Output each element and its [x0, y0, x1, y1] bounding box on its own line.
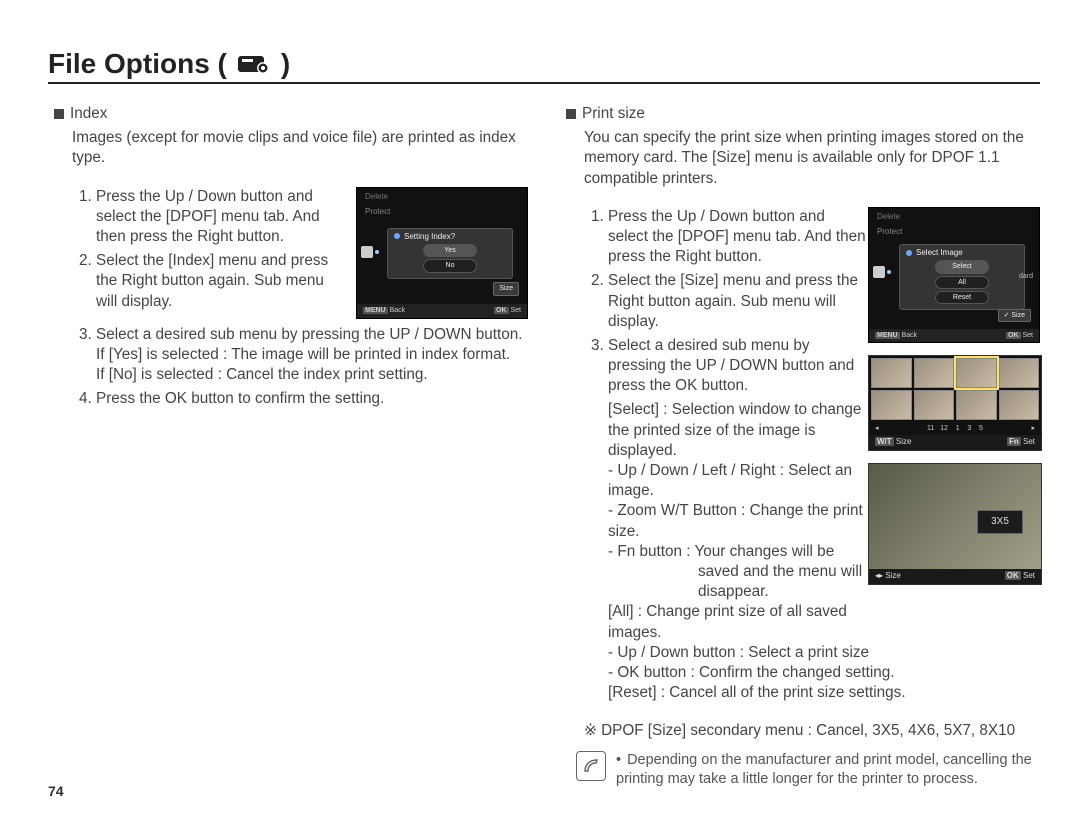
size-tag: Size: [493, 282, 519, 295]
popup-title: Setting Index?: [394, 232, 506, 243]
nav-dot-icon: [375, 250, 379, 254]
file-options-icon: [237, 53, 271, 75]
screenshot-menu-delete: Delete: [357, 188, 527, 207]
secondary-menu-note: ※ DPOF [Size] secondary menu : Cancel, 3…: [584, 721, 1040, 741]
index-heading: Index: [54, 104, 528, 124]
option-reset: Reset: [935, 291, 989, 304]
index-intro: Images (except for movie clips and voice…: [72, 128, 528, 168]
screenshot-menu-protect: Protect: [357, 206, 527, 219]
option-all: All: [935, 276, 989, 289]
size-menu-screenshot: Delete Protect Select Image Select All R…: [868, 207, 1040, 343]
page-number: 74: [48, 783, 64, 799]
index-step-3: Select a desired sub menu by pressing th…: [96, 325, 528, 386]
right-column: Print size You can specify the print siz…: [560, 104, 1040, 789]
play-mode-icon: [361, 246, 373, 258]
option-select: Select: [935, 260, 989, 273]
photo-footer: ◂▸ Size OK Set: [869, 569, 1041, 584]
side-text: dard: [1019, 272, 1033, 281]
single-image-size-screenshot: 3X5 ◂▸ Size OK Set: [868, 463, 1042, 585]
thumbnail-grid-screenshot: ◂11 12 1 3 5▸ W/T Size Fn Set: [868, 355, 1042, 451]
index-screenshot: Delete Protect Setting Index? Yes No Siz…: [356, 187, 528, 319]
popup-title: Select Image: [906, 248, 1018, 259]
thumbnail-footer: W/T Size Fn Set: [869, 435, 1041, 450]
title-close: ): [281, 48, 290, 80]
printsize-heading: Print size: [566, 104, 1040, 124]
note-text: Depending on the manufacturer and print …: [616, 751, 1040, 789]
screenshot-menu-delete: Delete: [869, 208, 1039, 227]
option-yes: Yes: [423, 244, 477, 257]
page-title: File Options ( ): [48, 48, 1040, 84]
title-text: File Options (: [48, 48, 227, 80]
size-tag-checked: ✓ Size: [998, 309, 1031, 322]
print-size-value: 3X5: [977, 510, 1023, 534]
left-column: Index Images (except for movie clips and…: [48, 104, 528, 789]
nav-dot-icon: [887, 270, 891, 274]
note-icon: [576, 751, 606, 781]
screenshot-menu-protect: Protect: [869, 226, 1039, 239]
printsize-intro: You can specify the print size when prin…: [584, 128, 1040, 189]
screenshot-footer: MENU Back OK Set: [357, 304, 527, 317]
thumbnail-index-numbers: 11 12 1 3 5: [927, 424, 983, 433]
index-step-4: Press the OK button to confirm the setti…: [96, 389, 528, 409]
play-mode-icon: [873, 266, 885, 278]
screenshot-footer: MENU Back OK Set: [869, 329, 1039, 342]
option-no: No: [423, 259, 477, 272]
